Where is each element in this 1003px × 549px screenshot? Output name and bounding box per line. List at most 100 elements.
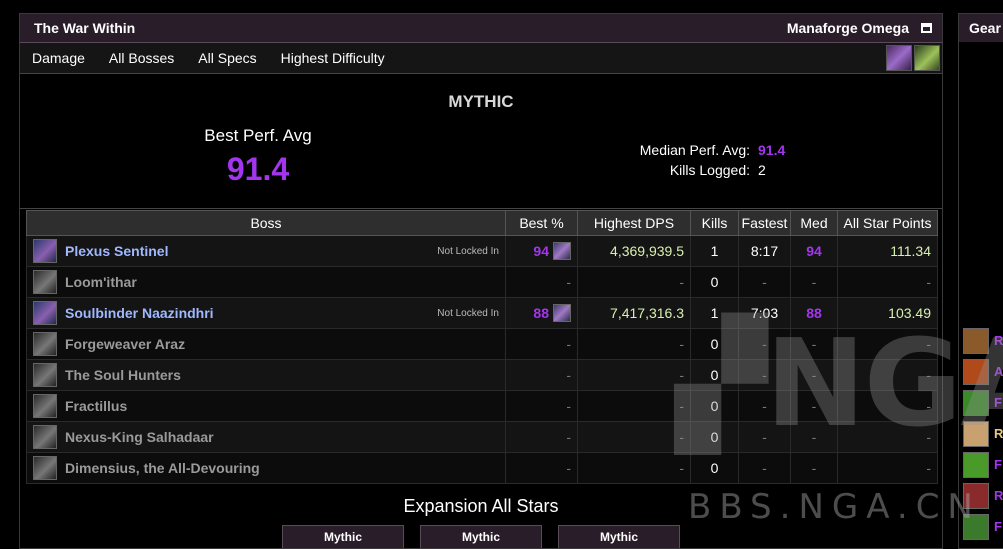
boss-icon — [33, 239, 57, 263]
table-row[interactable]: Dimensius, the All-Devouring - -0- - - — [26, 452, 938, 484]
highest-dps: 7,417,316.3 — [577, 297, 691, 329]
spec-icon — [553, 242, 571, 260]
boss-cell[interactable]: The Soul Hunters — [26, 359, 506, 391]
gear-item-name: F — [994, 457, 1002, 472]
median-perf-label: Median Perf. Avg: — [639, 142, 750, 158]
best-pct: - — [566, 398, 571, 414]
best-perf-label: Best Perf. Avg — [204, 126, 312, 145]
boss-cell[interactable]: Dimensius, the All-Devouring — [26, 452, 506, 484]
allstars-tab[interactable]: Mythic — [420, 525, 542, 548]
panel-titlebar: The War Within Manaforge Omega — [20, 14, 942, 43]
fastest: 8:17 — [738, 235, 791, 267]
kills: 0 — [690, 452, 739, 484]
fastest: - — [738, 266, 791, 298]
col-highest-dps[interactable]: Highest DPS — [577, 210, 691, 236]
all-star-points: 111.34 — [837, 235, 938, 267]
median: 94 — [790, 235, 838, 267]
best-pct: - — [566, 367, 571, 383]
maximize-icon[interactable] — [921, 23, 932, 33]
spec-icon — [553, 304, 571, 322]
boss-cell[interactable]: Soulbinder Naazindhri Not Locked In — [26, 297, 506, 329]
difficulty-filter[interactable]: Highest Difficulty — [281, 50, 385, 66]
highest-dps: 4,369,939.5 — [577, 235, 691, 267]
best-cell: - — [505, 266, 578, 298]
gear-panel: Gear RAFRFRF — [958, 13, 1003, 549]
boss-name[interactable]: Nexus-King Salhadaar — [65, 429, 214, 445]
kills: 1 — [690, 235, 739, 267]
col-best[interactable]: Best % — [505, 210, 578, 236]
key-icon[interactable] — [914, 45, 940, 71]
boss-cell[interactable]: Plexus Sentinel Not Locked In — [26, 235, 506, 267]
best-cell: - — [505, 359, 578, 391]
boss-name[interactable]: Plexus Sentinel — [65, 243, 168, 259]
highest-dps: - — [577, 452, 691, 484]
boss-icon — [33, 301, 57, 325]
col-all-star-points[interactable]: All Star Points — [837, 210, 938, 236]
gear-item-name: F — [994, 519, 1002, 534]
table-row[interactable]: Plexus Sentinel Not Locked In 94 4,369,939.… — [26, 235, 938, 267]
all-star-points: - — [837, 452, 938, 484]
boss-name[interactable]: Forgeweaver Araz — [65, 336, 185, 352]
best-cell: 94 — [505, 235, 578, 267]
kills: 0 — [690, 266, 739, 298]
col-med[interactable]: Med — [790, 210, 838, 236]
boss-name[interactable]: Soulbinder Naazindhri — [65, 305, 214, 321]
raid-name[interactable]: Manaforge Omega — [787, 20, 909, 36]
allstars-tab[interactable]: Mythic — [282, 525, 404, 548]
difficulty-heading: MYTHIC — [448, 92, 514, 111]
performance-summary: MYTHIC Best Perf. Avg 91.4 Median Perf. … — [20, 74, 942, 209]
median: - — [790, 452, 838, 484]
best-cell: - — [505, 328, 578, 360]
allstars-tabs: Mythic Mythic Mythic — [282, 525, 680, 548]
boss-cell[interactable]: Nexus-King Salhadaar — [26, 421, 506, 453]
boss-cell[interactable]: Fractillus — [26, 390, 506, 422]
lock-status: Not Locked In — [437, 245, 499, 257]
best-pct: 88 — [533, 305, 549, 321]
boss-icon — [33, 425, 57, 449]
median: - — [790, 266, 838, 298]
boss-icon — [33, 270, 57, 294]
col-boss[interactable]: Boss — [26, 210, 506, 236]
boss-icon — [33, 394, 57, 418]
col-kills[interactable]: Kills — [690, 210, 739, 236]
boss-filter[interactable]: All Bosses — [109, 50, 174, 66]
best-cell: - — [505, 390, 578, 422]
boss-name[interactable]: Dimensius, the All-Devouring — [65, 460, 260, 476]
kills-logged-label: Kills Logged: — [669, 162, 750, 178]
boss-cell[interactable]: Loom'ithar — [26, 266, 506, 298]
watermark-url: BBS.NGA.CN — [688, 487, 981, 527]
boss-icon — [33, 363, 57, 387]
lock-status: Not Locked In — [437, 307, 499, 319]
highest-dps: - — [577, 390, 691, 422]
summary-stats: Median Perf. Avg: 91.4 Kills Logged: 2 — [580, 140, 786, 180]
spec-filter[interactable]: All Specs — [198, 50, 256, 66]
table-header-row: Boss Best % Highest DPS Kills Fastest Me… — [26, 210, 938, 236]
gear-item-icon — [963, 451, 989, 478]
gear-item-name: R — [994, 488, 1003, 503]
highest-dps: - — [577, 359, 691, 391]
median-perf-value: 91.4 — [758, 142, 786, 158]
filter-toolbar: Damage All Bosses All Specs Highest Diff… — [20, 43, 942, 74]
all-star-points: - — [837, 266, 938, 298]
boss-name[interactable]: The Soul Hunters — [65, 367, 181, 383]
table-row[interactable]: Loom'ithar - -0- - - — [26, 266, 938, 298]
best-pct: - — [566, 460, 571, 476]
kills-logged-value: 2 — [758, 162, 766, 178]
col-fastest[interactable]: Fastest — [738, 210, 791, 236]
boss-icon — [33, 456, 57, 480]
best-pct: - — [566, 336, 571, 352]
watermark-logo: ▞NGA — [675, 315, 1003, 454]
allstars-tab[interactable]: Mythic — [558, 525, 680, 548]
boss-name[interactable]: Fractillus — [65, 398, 127, 414]
boss-cell[interactable]: Forgeweaver Araz — [26, 328, 506, 360]
raid-zone-icon[interactable] — [886, 45, 912, 71]
highest-dps: - — [577, 328, 691, 360]
best-cell: - — [505, 452, 578, 484]
character-raid-panel: The War Within Manaforge Omega Damage Al… — [19, 13, 943, 549]
boss-name[interactable]: Loom'ithar — [65, 274, 137, 290]
highest-dps: - — [577, 266, 691, 298]
best-cell: 88 — [505, 297, 578, 329]
best-pct: - — [566, 429, 571, 445]
metric-filter[interactable]: Damage — [32, 50, 85, 66]
best-perf-value: 91.4 — [226, 151, 290, 187]
